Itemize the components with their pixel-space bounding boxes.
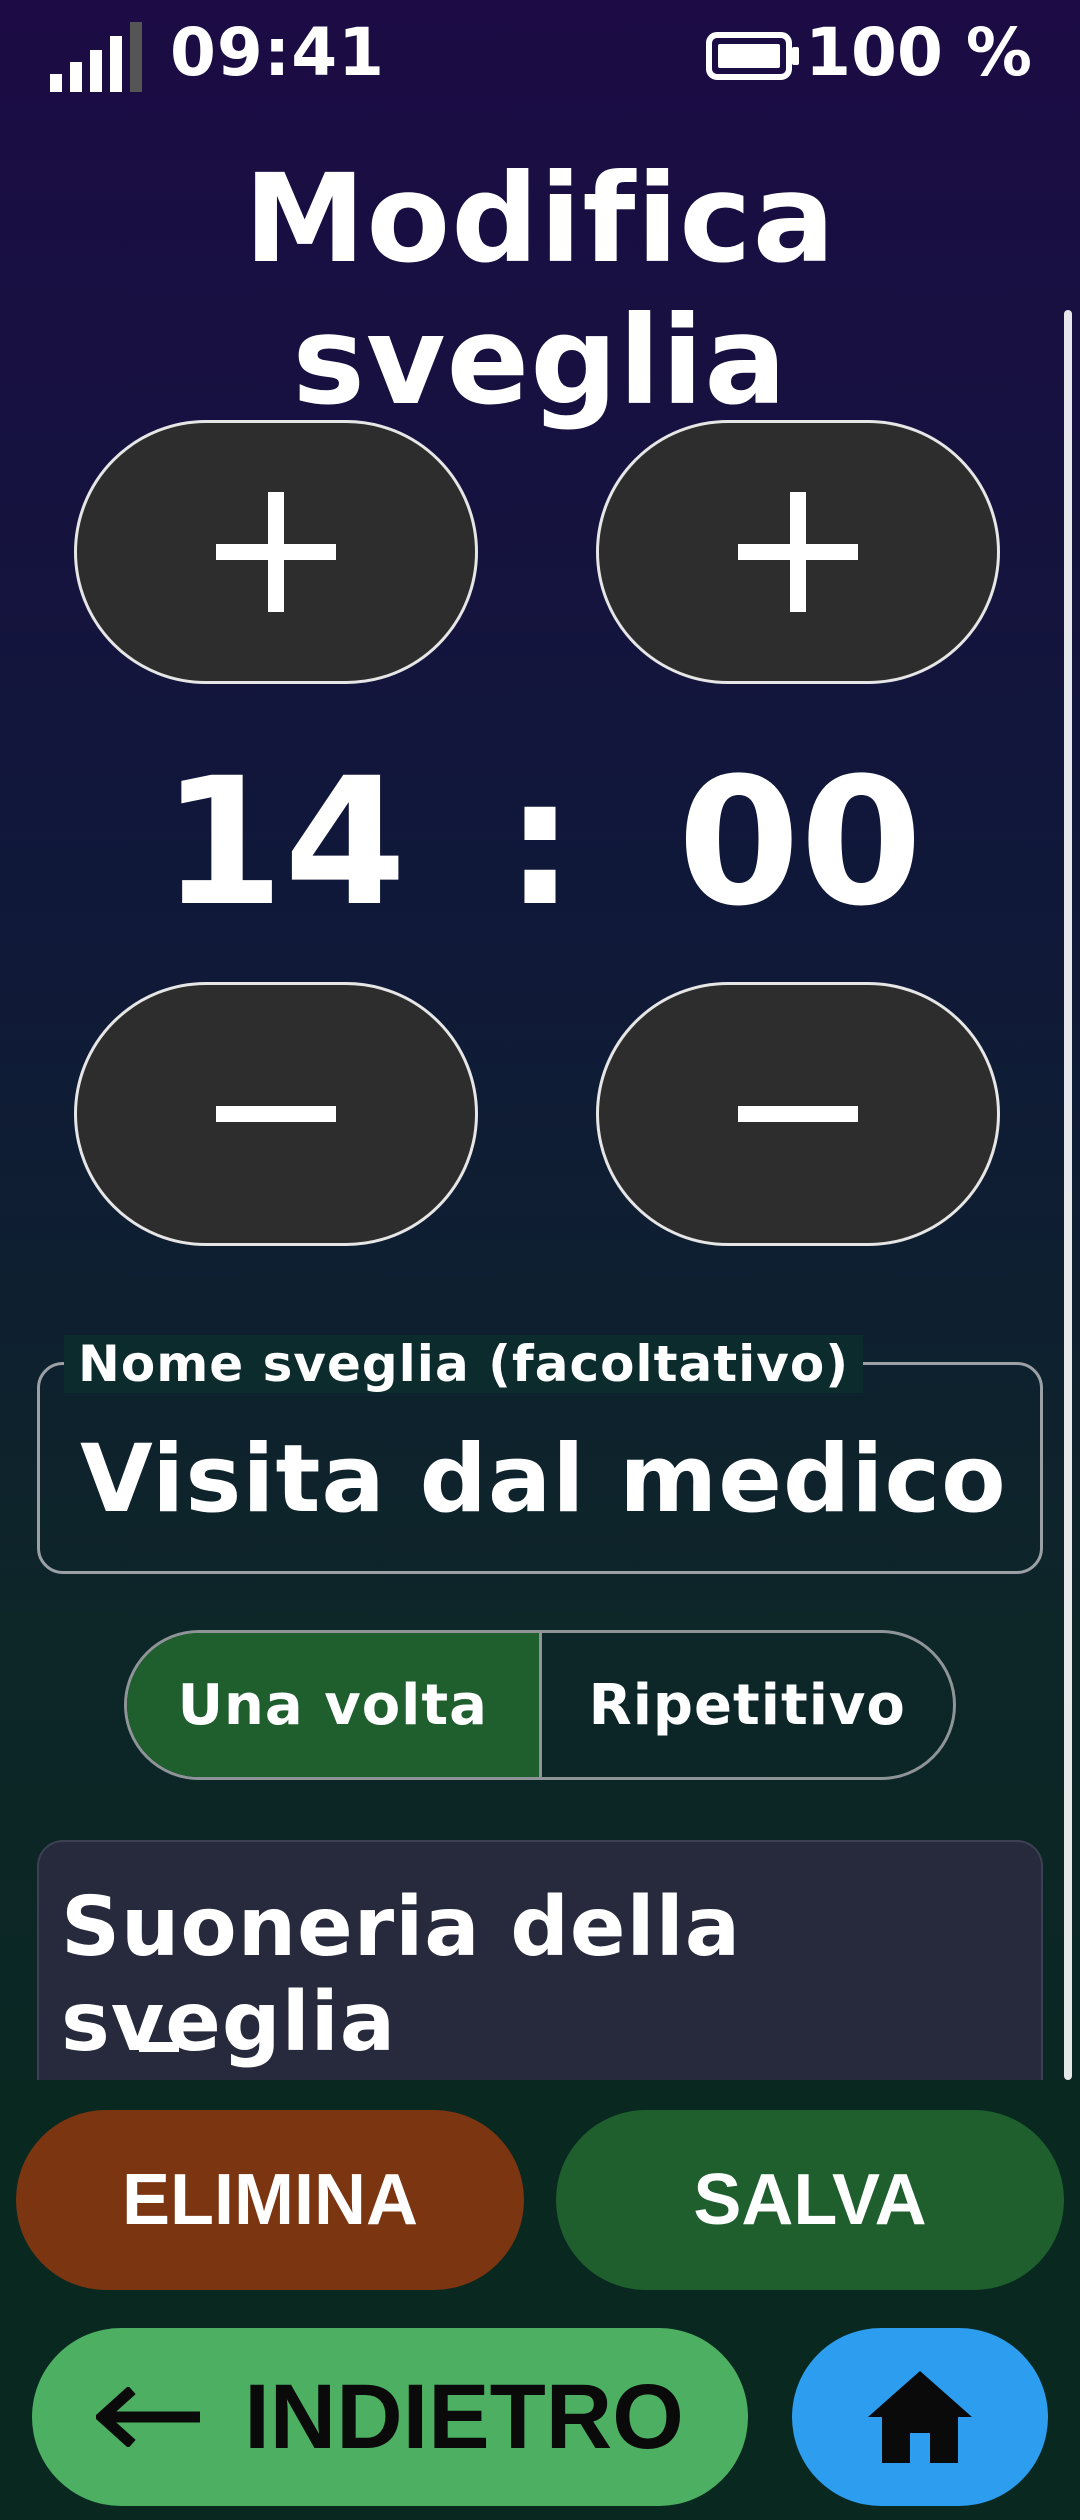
- status-time: 09:41: [170, 14, 386, 91]
- delete-button[interactable]: ELIMINA: [16, 2110, 524, 2290]
- minute-increment-button[interactable]: [596, 420, 1000, 684]
- alarm-name-field[interactable]: Nome sveglia (facoltativo) Visita dal me…: [37, 1335, 1043, 1574]
- minus-icon: [216, 1106, 336, 1122]
- plus-icon: [216, 492, 336, 612]
- battery-icon: [706, 32, 799, 80]
- minute-decrement-button[interactable]: [596, 982, 1000, 1246]
- minus-icon: [738, 1106, 858, 1122]
- hour-increment-button[interactable]: [74, 420, 478, 684]
- delete-button-label: ELIMINA: [122, 2160, 418, 2240]
- back-button[interactable]: INDIETRO: [32, 2328, 748, 2506]
- plus-icon: [738, 492, 858, 612]
- signal-icon: [50, 22, 142, 92]
- arrow-left-icon: [96, 2387, 201, 2447]
- scrollbar[interactable]: [1064, 310, 1072, 2080]
- time-separator: :: [504, 740, 576, 945]
- back-button-label: INDIETRO: [244, 2365, 684, 2468]
- minute-value: 00: [677, 740, 923, 945]
- ringtone-card[interactable]: Suoneria della sveglia: [37, 1840, 1043, 2090]
- option-repeating[interactable]: Ripetitivo: [542, 1633, 954, 1777]
- alarm-name-value[interactable]: Visita dal medico: [80, 1425, 1007, 1534]
- status-bar: 09:41 100 %: [0, 0, 1080, 110]
- alarm-name-label: Nome sveglia (facoltativo): [64, 1335, 864, 1393]
- ringtone-value-fragment: [139, 2042, 179, 2052]
- battery-percentage: 100 %: [805, 14, 1032, 91]
- option-once[interactable]: Una volta: [127, 1633, 542, 1777]
- page-title: Modifica sveglia: [244, 148, 836, 432]
- save-button-label: SALVA: [693, 2160, 927, 2240]
- save-button[interactable]: SALVA: [556, 2110, 1064, 2290]
- hour-value: 14: [161, 740, 407, 945]
- home-button[interactable]: [792, 2328, 1048, 2506]
- repeat-mode-toggle: Una volta Ripetitivo: [124, 1630, 956, 1780]
- home-icon: [868, 2371, 972, 2463]
- hour-decrement-button[interactable]: [74, 982, 478, 1246]
- ringtone-title: Suoneria della sveglia: [61, 1880, 742, 2070]
